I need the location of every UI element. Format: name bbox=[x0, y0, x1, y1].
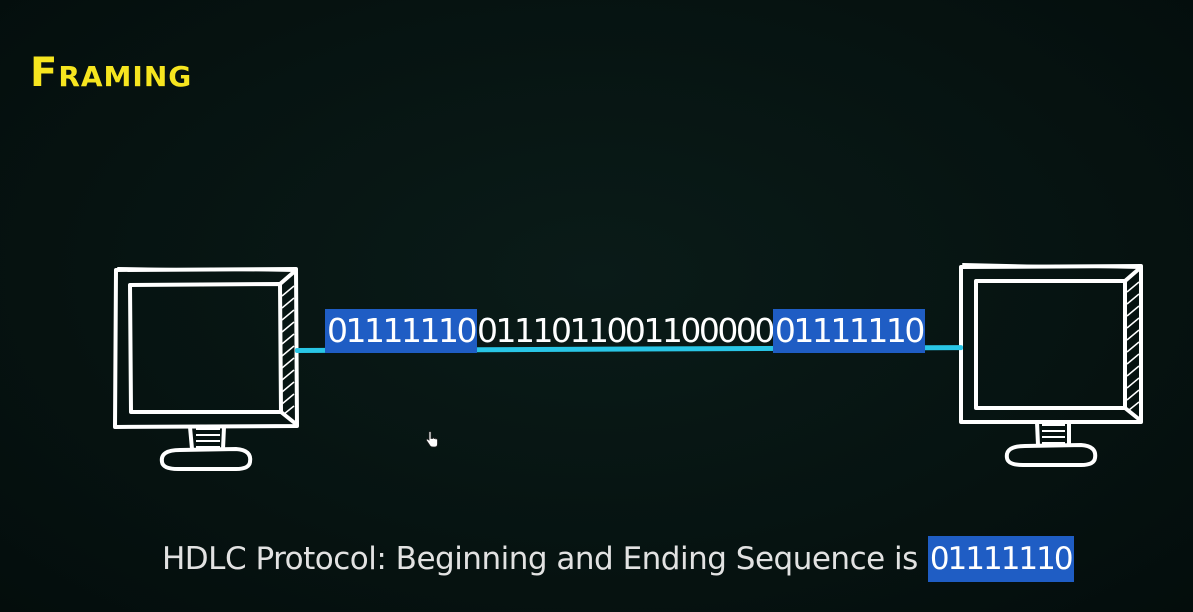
slide-title: Framing bbox=[30, 50, 193, 96]
caption: HDLC Protocol: Beginning and Ending Sequ… bbox=[162, 535, 1074, 583]
start-flag: 01111110 bbox=[325, 309, 477, 353]
caption-text: HDLC Protocol: Beginning and Ending Sequ… bbox=[162, 541, 918, 577]
end-flag: 01111110 bbox=[772, 309, 925, 353]
frame-payload: 0111011001100000 bbox=[476, 311, 775, 350]
hand-cursor-icon bbox=[425, 431, 439, 453]
caption-sequence: 01111110 bbox=[927, 536, 1074, 582]
hdlc-frame: 01111110 0111011001100000 01111110 bbox=[325, 309, 925, 353]
slide: Framing 01111110 0111011001100000 011111… bbox=[0, 0, 1193, 612]
sender-computer-icon bbox=[112, 266, 302, 476]
receiver-computer-icon bbox=[957, 262, 1147, 474]
